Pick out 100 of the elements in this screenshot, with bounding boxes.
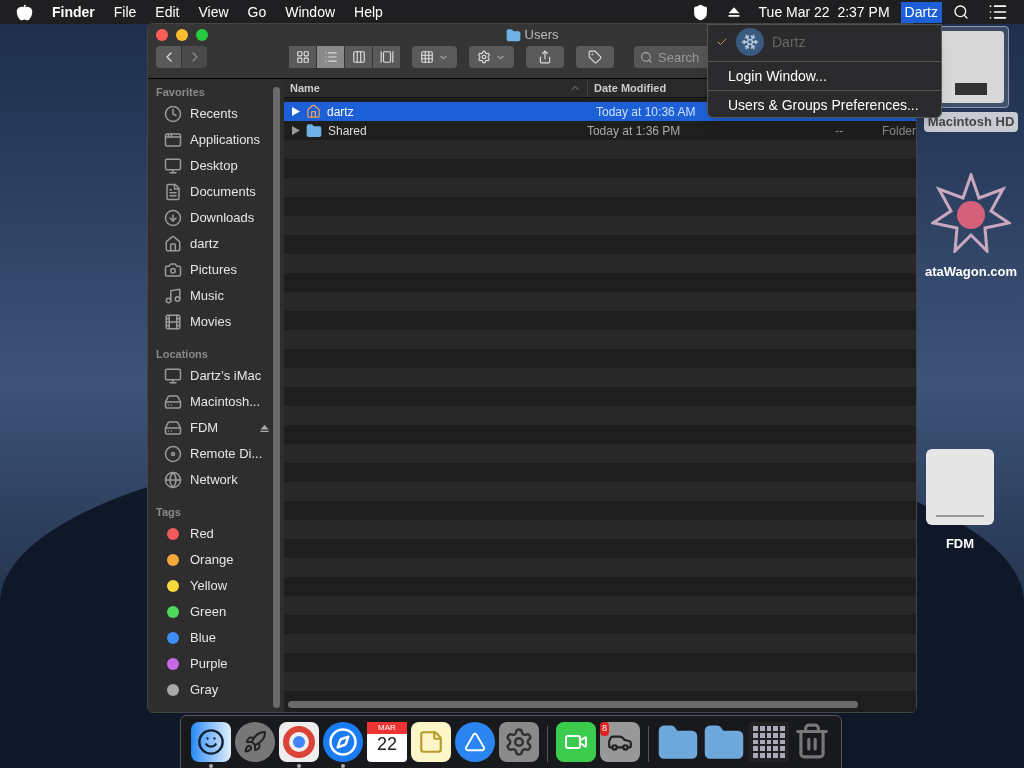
desktop-icon [164,157,182,175]
app-store-icon[interactable] [455,722,495,762]
sidebar-item[interactable]: Orange [190,550,273,570]
view-mode-button[interactable] [373,46,400,68]
eject-icon[interactable] [260,423,269,433]
zoom-button[interactable] [196,29,208,41]
sidebar-item[interactable]: Movies [190,312,273,332]
sidebar-item[interactable]: Red [190,524,273,544]
documents-icon [164,183,182,201]
column-header[interactable]: Name [284,79,588,97]
apple-icon[interactable] [16,3,33,21]
video-app-icon[interactable] [556,722,596,762]
sidebar-item[interactable]: Purple [190,654,273,674]
menu-item[interactable]: View [198,1,229,23]
view-mode-button[interactable] [345,46,372,68]
notes-app-icon[interactable] [411,722,451,762]
scrollbar[interactable] [273,87,280,708]
menu-item[interactable]: Go [247,1,267,23]
sidebar-section-title: Locations [156,347,209,362]
search-icon[interactable] [953,4,969,20]
folder-icon [505,27,521,43]
menu-item[interactable]: Help [354,1,383,23]
grid-icon [420,50,434,64]
menu-clock[interactable]: Tue Mar 22 2:37 PM [758,1,890,23]
star-logo-icon[interactable] [931,173,1011,253]
sidebar-item[interactable]: Dartz’s iMac [190,366,273,386]
dock-divider [547,726,548,762]
apps-icon [164,131,182,149]
downloads-icon [164,209,182,227]
sidebar-item[interactable]: dartz [190,234,273,254]
file-name: dartz [327,103,354,121]
group-button[interactable] [412,46,457,68]
smiling-face-icon [197,728,225,756]
home-icon [164,235,182,253]
back-button[interactable] [156,46,181,68]
game-app-icon[interactable]: 8 [600,722,640,762]
sidebar-item[interactable]: Documents [190,182,273,202]
sidebar-item[interactable]: Remote Di... [190,444,273,464]
trash-icon[interactable] [793,722,831,760]
share-button[interactable] [526,46,564,68]
horizontal-scrollbar[interactable] [288,701,858,708]
sidebar-item[interactable]: Recents [190,104,273,124]
shield-icon[interactable] [691,3,709,21]
sidebar-item[interactable]: Green [190,602,273,622]
launchpad-app-icon[interactable] [235,722,275,762]
eject-icon[interactable] [727,6,740,18]
disclosure-triangle-icon[interactable] [292,126,300,135]
menu-item[interactable]: Window [285,1,336,23]
menu-item[interactable]: Finder [52,1,95,23]
desktop-icon-label[interactable]: ataWagon.com [921,262,1021,282]
finder-app-icon[interactable] [191,722,231,762]
browser-app-icon[interactable] [279,722,319,762]
grid-icon [295,50,310,64]
preferences-app-icon[interactable] [499,722,539,762]
drive-icon [164,419,182,437]
sidebar-item[interactable]: Downloads [190,208,273,228]
compass-icon [328,727,358,757]
close-button[interactable] [156,29,168,41]
menu-item[interactable]: Edit [155,1,180,23]
window-title: Users [524,26,559,45]
sidebar-item[interactable]: Blue [190,628,273,648]
sidebar-item[interactable]: Network [190,470,273,490]
sidebar-item[interactable]: Desktop [190,156,273,176]
music-icon [164,287,182,305]
list-icon[interactable] [988,2,1008,22]
disclosure-triangle-icon[interactable] [292,107,300,116]
sidebar-item[interactable]: Yellow [190,576,273,596]
app-grid-icon[interactable] [749,722,789,762]
action-button[interactable] [469,46,514,68]
sidebar-item[interactable]: FDM [190,418,252,438]
sidebar-item[interactable]: Pictures [190,260,273,280]
ring-icon [283,726,315,758]
view-mode-button[interactable] [289,46,316,68]
sidebar-item[interactable]: Macintosh... [190,392,273,412]
home-icon [306,104,321,119]
tag-button[interactable] [576,46,614,68]
user-name: Dartz [772,32,806,52]
pictures-icon [164,261,182,279]
recents-icon [164,105,182,123]
calendar-month: MAR [367,722,407,734]
calendar-app-icon[interactable]: MAR 22 [367,722,407,762]
triangle-icon [464,731,486,753]
sidebar-item[interactable]: Applications [190,130,273,150]
gear-icon [504,727,534,757]
share-icon [538,50,552,64]
dock-divider [648,726,649,762]
computer-icon [164,367,182,385]
desktop-icon-label[interactable]: Macintosh HD [923,112,1019,132]
safari-app-icon[interactable] [323,722,363,762]
game-badge: 8 [600,722,609,736]
sidebar-section-title: Favorites [156,85,206,100]
sidebar-item[interactable]: Music [190,286,273,306]
menu-item[interactable]: File [113,1,137,23]
user-menu-item[interactable]: Dartz [900,1,942,23]
minimize-button[interactable] [176,29,188,41]
search-icon [640,51,653,64]
list-icon [323,50,338,64]
desktop-icon-label[interactable]: FDM [941,534,979,554]
date-cell-text: Today at 10:36 AM [595,103,697,121]
sidebar-item[interactable]: Gray [190,680,273,700]
